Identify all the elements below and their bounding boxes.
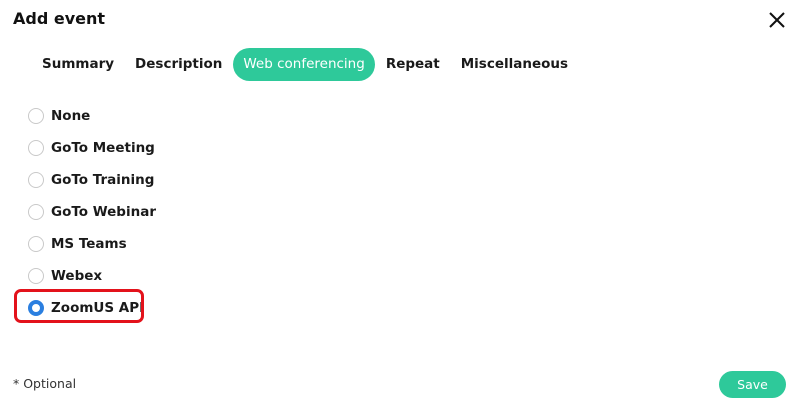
conferencing-options: None GoTo Meeting GoTo Training GoTo Web… [14, 100, 156, 324]
option-label: GoTo Webinar [51, 204, 156, 220]
tab-bar: Summary Description Web conferencing Rep… [32, 48, 579, 81]
radio-button[interactable] [28, 140, 44, 156]
tab-repeat[interactable]: Repeat [376, 48, 450, 81]
option-none[interactable]: None [28, 100, 156, 132]
tab-description[interactable]: Description [125, 48, 232, 81]
radio-button[interactable] [28, 236, 44, 252]
option-goto-meeting[interactable]: GoTo Meeting [28, 132, 156, 164]
option-goto-training[interactable]: GoTo Training [28, 164, 156, 196]
tab-web-conferencing[interactable]: Web conferencing [233, 48, 375, 81]
option-label: None [51, 108, 91, 124]
dialog-title: Add event [13, 9, 106, 28]
tab-summary[interactable]: Summary [32, 48, 124, 81]
option-label: GoTo Meeting [51, 140, 155, 156]
option-ms-teams[interactable]: MS Teams [28, 228, 156, 260]
option-goto-webinar[interactable]: GoTo Webinar [28, 196, 156, 228]
save-button[interactable]: Save [719, 371, 786, 398]
tab-miscellaneous[interactable]: Miscellaneous [451, 48, 578, 81]
radio-button[interactable] [28, 204, 44, 220]
close-icon [769, 12, 785, 28]
option-zoomus-api[interactable]: ZoomUS API [14, 289, 156, 324]
option-webex[interactable]: Webex [28, 260, 156, 292]
optional-note: * Optional [13, 376, 77, 391]
option-label: Webex [51, 268, 103, 284]
radio-button-selected[interactable] [28, 300, 44, 316]
add-event-dialog: Add event Summary Description Web confer… [0, 0, 800, 414]
radio-button[interactable] [28, 172, 44, 188]
option-label: GoTo Training [51, 172, 155, 188]
option-label: ZoomUS API [51, 300, 145, 316]
radio-button[interactable] [28, 108, 44, 124]
option-label: MS Teams [51, 236, 127, 252]
close-button[interactable] [766, 9, 788, 31]
radio-button[interactable] [28, 268, 44, 284]
